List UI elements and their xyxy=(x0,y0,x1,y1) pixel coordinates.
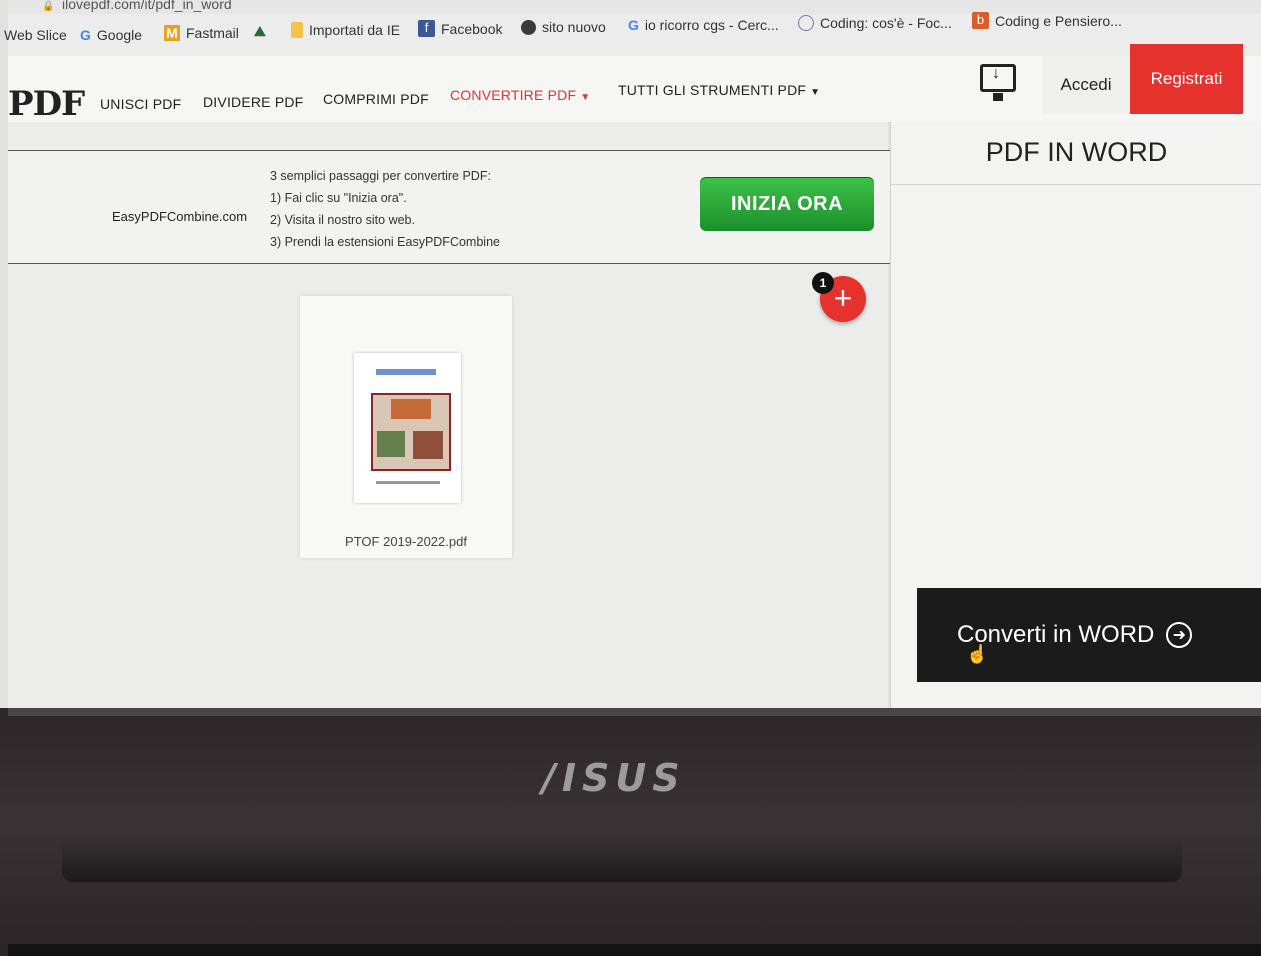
bookmark-label: Facebook xyxy=(441,20,503,37)
monitor-stand xyxy=(993,93,1003,101)
bookmark-facebook[interactable]: f Facebook xyxy=(418,20,502,37)
palm-icon: ⛰ xyxy=(254,23,266,39)
sidebar-title: PDF IN WORD xyxy=(891,122,1261,185)
bookmark-label: Coding: cos'è - Foc... xyxy=(820,15,952,31)
bookmark-label: Web Slice xyxy=(4,27,67,43)
laptop-bezel: /ISUS xyxy=(0,708,1261,956)
folder-icon xyxy=(291,22,303,38)
asus-logo: /ISUS xyxy=(542,756,686,800)
blogger-icon: b xyxy=(972,12,989,29)
facebook-icon: f xyxy=(418,20,435,37)
arrow-right-circle-icon: ➜ xyxy=(1166,622,1193,648)
ad-brand: EasyPDFCombine.com xyxy=(112,209,248,224)
bookmark-label: io ricorro cgs - Cerc... xyxy=(644,17,779,33)
nav-label: TUTTI GLI STRUMENTI PDF xyxy=(618,82,807,98)
bookmarks-bar: Web Slice G Google M Fastmail ⛰ Importat… xyxy=(4,12,1261,56)
bookmark-web-slice[interactable]: Web Slice xyxy=(4,27,67,43)
site-header: PDF UNISCI PDF DIVIDERE PDF COMPRIMI PDF… xyxy=(8,44,1261,124)
signup-button[interactable]: Registrati xyxy=(1130,44,1243,114)
hand-cursor-icon: ☝ xyxy=(966,644,989,664)
bookmark-coding-pensiero[interactable]: b Coding e Pensiero... xyxy=(972,12,1122,29)
convert-to-word-button[interactable]: Converti in WORD ➜ xyxy=(917,588,1261,682)
bookmark-google[interactable]: G Google xyxy=(80,27,142,43)
thumbnail-footer xyxy=(376,481,440,484)
bezel-edge xyxy=(8,708,1261,716)
login-button[interactable]: Accedi xyxy=(1042,56,1130,114)
bookmark-label: Google xyxy=(96,27,143,43)
ad-step: 1) Fai clic su "Inizia ora". xyxy=(270,191,407,205)
site-logo[interactable]: PDF xyxy=(8,84,85,124)
bookmark-label: Fastmail xyxy=(186,25,239,41)
caret-down-icon: ▼ xyxy=(580,92,591,103)
bookmark-io-ricorro[interactable]: G io ricorro cgs - Cerc... xyxy=(628,17,779,33)
thumbnail-header xyxy=(376,369,436,375)
file-name: PTOF 2019-2022.pdf xyxy=(345,534,467,549)
bookmark-sito-nuovo[interactable]: sito nuovo xyxy=(521,19,606,35)
nav-dividere-pdf[interactable]: DIVIDERE PDF xyxy=(203,94,303,110)
lock-icon: 🔒 xyxy=(42,1,55,12)
url-text[interactable]: ilovepdf.com/it/pdf_in_word xyxy=(62,0,232,12)
file-card[interactable]: PTOF 2019-2022.pdf xyxy=(300,296,512,558)
thumbnail-photo xyxy=(391,399,431,419)
bookmark-label: sito nuovo xyxy=(542,19,606,35)
bookmark-palm[interactable]: ⛰ xyxy=(254,23,266,39)
laptop-hinge xyxy=(62,832,1182,882)
bookmark-fastmail[interactable]: M Fastmail xyxy=(164,25,239,41)
ad-banner[interactable]: EasyPDFCombine.com 3 semplici passaggi p… xyxy=(8,150,890,264)
ad-step: 2) Visita il nostro sito web. xyxy=(270,213,415,227)
nav-convertire-pdf[interactable]: CONVERTIRE PDF ▼ xyxy=(450,87,590,103)
coding-icon xyxy=(798,15,814,31)
thumbnail-photo xyxy=(377,431,405,457)
nav-tutti-gli-strumenti[interactable]: TUTTI GLI STRUMENTI PDF ▼ xyxy=(618,82,820,98)
fastmail-icon: M xyxy=(164,25,180,41)
nav-unisci-pdf[interactable]: UNISCI PDF xyxy=(100,96,181,112)
google-icon: G xyxy=(628,17,639,33)
ad-steps: 3 semplici passaggi per convertire PDF: … xyxy=(270,165,500,253)
inizia-ora-button[interactable]: INIZIA ORA xyxy=(700,177,874,231)
bookmark-label: Importati da IE xyxy=(309,22,401,38)
bookmark-coding[interactable]: Coding: cos'è - Foc... xyxy=(798,15,952,31)
bookmark-importati-da-ie[interactable]: Importati da IE xyxy=(291,22,400,38)
nav-comprimi-pdf[interactable]: COMPRIMI PDF xyxy=(323,91,429,107)
file-count-badge: 1 xyxy=(812,272,834,294)
bookmark-label: Coding e Pensiero... xyxy=(995,12,1122,29)
keyboard-edge xyxy=(8,944,1261,956)
desktop-download-icon[interactable]: ↓ xyxy=(980,64,1016,101)
nav-label: CONVERTIRE PDF xyxy=(450,87,577,103)
caret-down-icon: ▼ xyxy=(810,87,821,98)
thumbnail-photo xyxy=(413,431,443,459)
thumbnail-image xyxy=(371,393,451,471)
download-arrow-icon: ↓ xyxy=(992,65,1000,82)
upload-workspace: EasyPDFCombine.com 3 semplici passaggi p… xyxy=(8,122,890,708)
google-icon: G xyxy=(80,27,91,43)
globe-icon xyxy=(521,19,536,35)
ad-step: 3) Prendi la estensioni EasyPDFCombine xyxy=(270,235,500,249)
pdf-thumbnail xyxy=(354,353,461,503)
ad-step: 3 semplici passaggi per convertire PDF: xyxy=(270,169,491,183)
tool-sidebar: PDF IN WORD Converti in WORD ➜ xyxy=(890,122,1261,708)
